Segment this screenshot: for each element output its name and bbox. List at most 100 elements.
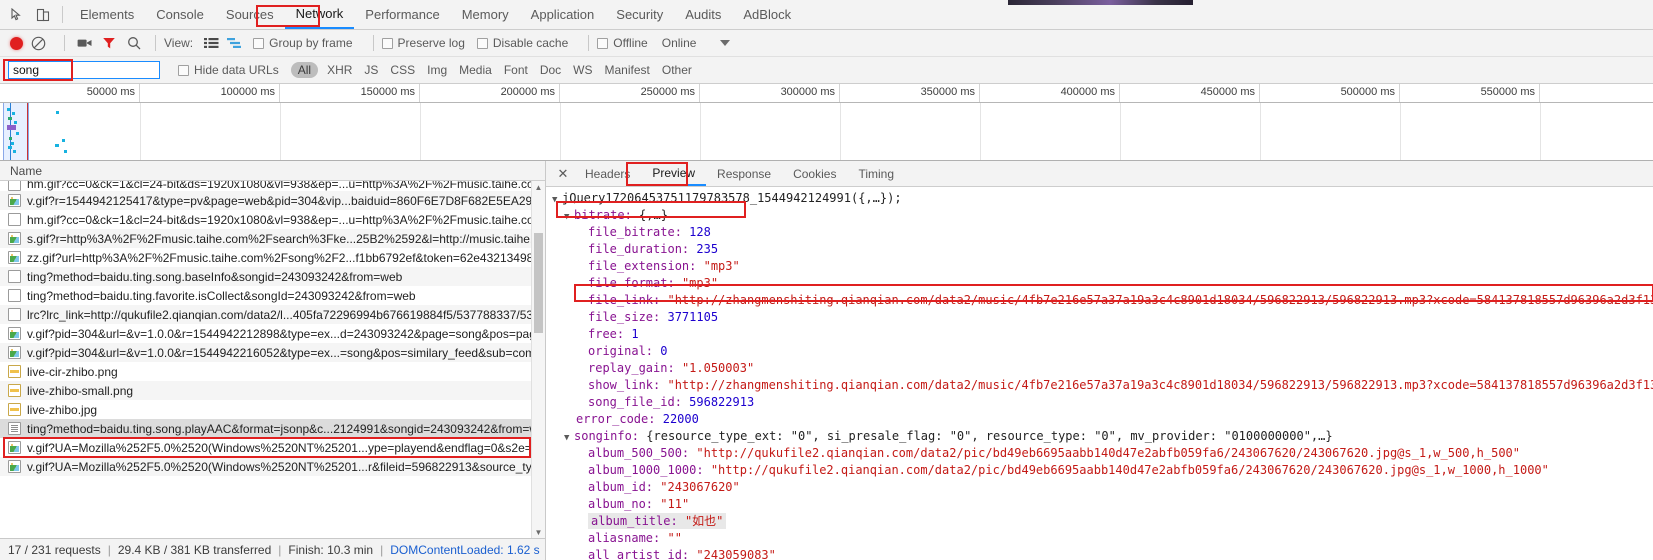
- table-row[interactable]: v.gif?pid=304&url=&v=1.0.0&r=15449422160…: [0, 343, 545, 362]
- json-row[interactable]: error_code: 22000: [552, 411, 1653, 428]
- disclosure-triangle-icon[interactable]: ▼: [564, 209, 574, 224]
- json-row[interactable]: ▼ jQuery17206453751179783578_154494212499…: [552, 190, 1653, 207]
- table-row[interactable]: v.gif?UA=Mozilla%252F5.0%2520(Windows%25…: [0, 438, 545, 457]
- table-row[interactable]: v.gif?UA=Mozilla%252F5.0%2520(Windows%25…: [0, 457, 545, 476]
- scrollbar-thumb[interactable]: [534, 233, 543, 333]
- column-header-name[interactable]: Name: [0, 161, 545, 181]
- table-row[interactable]: v.gif?pid=304&url=&v=1.0.0&r=15449422128…: [0, 324, 545, 343]
- controls-divider-3: [372, 35, 374, 51]
- table-row[interactable]: zz.gif?url=http%3A%2F%2Fmusic.taihe.com%…: [0, 248, 545, 267]
- table-row[interactable]: hm.gif?cc=0&ck=1&cl=24-bit&ds=1920x1080&…: [0, 181, 545, 191]
- network-timeline-overview[interactable]: 50000 ms 100000 ms 150000 ms 200000 ms 2…: [0, 84, 1653, 161]
- throttling-select[interactable]: Online: [662, 36, 697, 50]
- tab-console[interactable]: Console: [145, 0, 215, 29]
- json-row[interactable]: file_duration: 235: [552, 241, 1653, 258]
- record-icon[interactable]: [10, 36, 23, 50]
- tab-elements[interactable]: Elements: [69, 0, 145, 29]
- tab-performance[interactable]: Performance: [354, 0, 450, 29]
- clear-icon[interactable]: [31, 36, 46, 51]
- chevron-down-icon[interactable]: [720, 40, 731, 46]
- camera-icon[interactable]: [77, 37, 93, 49]
- tab-adblock[interactable]: AdBlock: [732, 0, 802, 29]
- table-row[interactable]: live-zhibo.jpg: [0, 400, 545, 419]
- json-value: "如也": [684, 514, 724, 528]
- json-value: "243059083": [696, 548, 776, 560]
- filter-type-img[interactable]: Img: [421, 63, 453, 77]
- tab-response[interactable]: Response: [706, 161, 782, 186]
- tab-security[interactable]: Security: [605, 0, 674, 29]
- filter-type-doc[interactable]: Doc: [534, 63, 567, 77]
- json-row[interactable]: show_link: "http://zhangmenshiting.qianq…: [552, 377, 1653, 394]
- json-row[interactable]: file_size: 3771105: [552, 309, 1653, 326]
- json-row[interactable]: all artist id: "243059083": [552, 547, 1653, 560]
- json-row[interactable]: album_id: "243067620": [552, 479, 1653, 496]
- tab-headers[interactable]: Headers: [574, 161, 641, 186]
- filter-type-ws[interactable]: WS: [567, 63, 598, 77]
- request-name: v.gif?UA=Mozilla%252F5.0%2520(Windows%25…: [27, 459, 545, 474]
- disclosure-triangle-icon[interactable]: ▼: [564, 430, 574, 445]
- filter-type-xhr[interactable]: XHR: [321, 63, 358, 77]
- table-row[interactable]: ting?method=baidu.ting.favorite.isCollec…: [0, 286, 545, 305]
- json-row[interactable]: song_file_id: 596822913: [552, 394, 1653, 411]
- hide-data-urls-checkbox[interactable]: Hide data URLs: [178, 63, 279, 77]
- json-row[interactable]: ▼ bitrate: {,…}: [552, 207, 1653, 224]
- tab-cookies[interactable]: Cookies: [782, 161, 847, 186]
- table-row[interactable]: lrc?lrc_link=http://qukufile2.qianqian.c…: [0, 305, 545, 324]
- filter-type-css[interactable]: CSS: [384, 63, 421, 77]
- preserve-log-checkbox[interactable]: Preserve log: [381, 36, 465, 50]
- json-row[interactable]: album_500_500: "http://qukufile2.qianqia…: [552, 445, 1653, 462]
- json-row[interactable]: file format: "mp3": [552, 275, 1653, 292]
- json-row-album-title[interactable]: album_title: "如也": [552, 513, 1653, 530]
- tab-timing[interactable]: Timing: [847, 161, 905, 186]
- filter-input[interactable]: [8, 61, 160, 79]
- table-row-selected[interactable]: ting?method=baidu.ting.song.playAAC&form…: [0, 419, 545, 438]
- json-row[interactable]: ▼ songinfo: {resource_type_ext: "0", si_p…: [552, 428, 1653, 445]
- json-row[interactable]: file_bitrate: 128: [552, 224, 1653, 241]
- json-row[interactable]: album_1000_1000: "http://qukufile2.qianq…: [552, 462, 1653, 479]
- list-view-icon[interactable]: [201, 34, 221, 52]
- filter-type-other[interactable]: Other: [656, 63, 698, 77]
- disclosure-triangle-icon[interactable]: ▼: [552, 192, 562, 207]
- device-toolbar-icon[interactable]: [30, 2, 56, 28]
- json-row[interactable]: free: 1: [552, 326, 1653, 343]
- json-row[interactable]: replay_gain: "1.050003": [552, 360, 1653, 377]
- inspect-element-icon[interactable]: [4, 2, 30, 28]
- scroll-down-icon[interactable]: ▼: [532, 526, 545, 538]
- funnel-icon[interactable]: [102, 36, 116, 50]
- tab-preview[interactable]: Preview: [641, 161, 707, 186]
- tab-memory[interactable]: Memory: [451, 0, 520, 29]
- json-key: album_1000_1000:: [588, 463, 704, 477]
- json-row[interactable]: album_no: "11": [552, 496, 1653, 513]
- table-row[interactable]: live-zhibo-small.png: [0, 381, 545, 400]
- preview-json-tree[interactable]: ▼ jQuery17206453751179783578_154494212499…: [546, 187, 1653, 560]
- search-icon[interactable]: [127, 36, 141, 50]
- scroll-up-icon[interactable]: ▲: [532, 181, 545, 193]
- json-key: songinfo:: [574, 429, 640, 443]
- group-by-frame-checkbox[interactable]: Group by frame: [253, 36, 353, 50]
- filter-type-all[interactable]: All: [290, 62, 319, 78]
- tab-sources[interactable]: Sources: [215, 0, 285, 29]
- disable-cache-checkbox[interactable]: Disable cache: [476, 36, 568, 50]
- offline-checkbox[interactable]: Offline: [597, 36, 648, 50]
- waterfall-view-icon[interactable]: [224, 34, 244, 52]
- filter-type-media[interactable]: Media: [453, 63, 498, 77]
- json-row[interactable]: original: 0: [552, 343, 1653, 360]
- json-row-file-link[interactable]: file_link: "http://zhangmenshiting.qianq…: [552, 292, 1653, 309]
- table-row[interactable]: v.gif?r=1544942125417&type=pv&page=web&p…: [0, 191, 545, 210]
- table-row[interactable]: ting?method=baidu.ting.song.baseInfo&son…: [0, 267, 545, 286]
- table-row[interactable]: hm.gif?cc=0&ck=1&cl=24-bit&ds=1920x1080&…: [0, 210, 545, 229]
- toolbar-divider: [62, 6, 63, 23]
- tab-audits[interactable]: Audits: [674, 0, 732, 29]
- network-request-list[interactable]: hm.gif?cc=0&ck=1&cl=24-bit&ds=1920x1080&…: [0, 181, 545, 538]
- table-row[interactable]: live-cir-zhibo.png: [0, 362, 545, 381]
- close-icon[interactable]: ✕: [552, 161, 574, 186]
- filter-type-js[interactable]: JS: [358, 63, 384, 77]
- filter-type-manifest[interactable]: Manifest: [599, 63, 656, 77]
- tab-network[interactable]: Network: [284, 0, 355, 29]
- request-list-scrollbar[interactable]: ▲ ▼: [531, 181, 545, 538]
- tab-application[interactable]: Application: [520, 0, 606, 29]
- json-row[interactable]: file_extension: "mp3": [552, 258, 1653, 275]
- filter-type-font[interactable]: Font: [498, 63, 534, 77]
- table-row[interactable]: s.gif?r=http%3A%2F%2Fmusic.taihe.com%2Fs…: [0, 229, 545, 248]
- json-row[interactable]: aliasname: "": [552, 530, 1653, 547]
